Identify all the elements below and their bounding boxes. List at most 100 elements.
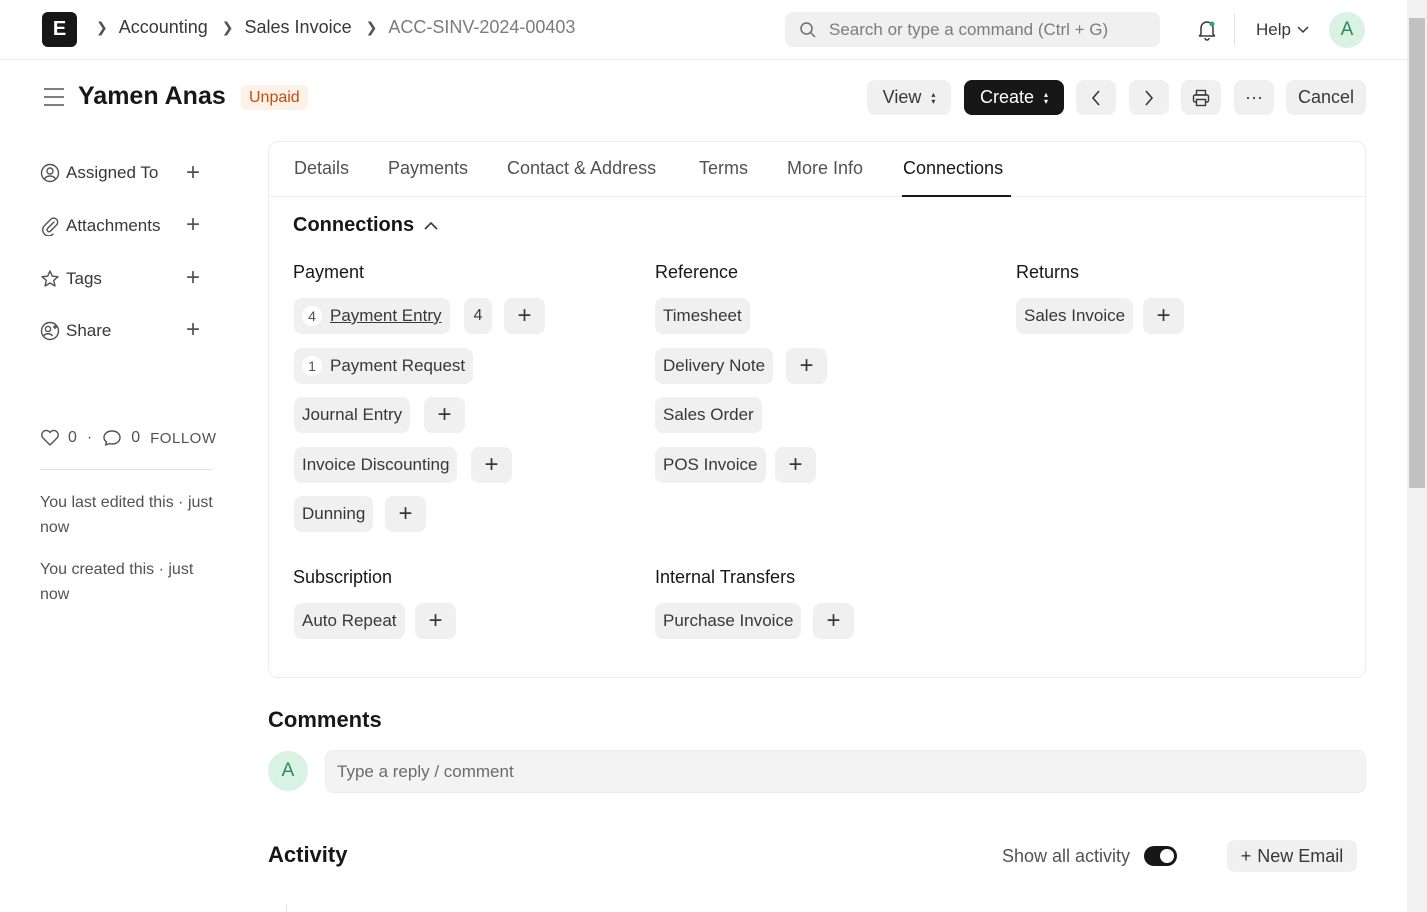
add-assignment-button[interactable]: + [186,161,200,185]
connections-section-header[interactable]: Connections [293,214,438,237]
create-label: Create [979,87,1034,107]
tab-connections[interactable]: Connections [903,158,1003,179]
view-button[interactable]: View ▴ ▾ [867,80,951,115]
breadcrumb: ❯ Accounting ❯ Sales Invoice ❯ ACC-SINV-… [92,17,575,38]
last-edited-note: You last edited this · just now [40,494,213,536]
add-tag-button[interactable]: + [186,266,200,290]
comment-icon[interactable] [102,429,122,447]
link-dunning[interactable]: Dunning [294,496,374,532]
link-auto-repeat[interactable]: Auto Repeat [294,603,405,639]
cancel-button[interactable]: Cancel [1286,80,1366,115]
link-label: Purchase Invoice [663,611,794,630]
app-logo[interactable]: E [42,12,77,47]
previous-button[interactable] [1076,80,1116,115]
link-payment-entry[interactable]: 4 Payment Entry [294,298,450,334]
star-icon [41,270,59,287]
add-purchase-invoice-button[interactable]: + [813,603,854,639]
link-label: Payment Request [330,356,466,375]
breadcrumb-document[interactable]: ACC-SINV-2024-00403 [388,17,575,38]
search-input[interactable]: Search or type a command (Ctrl + G) [785,12,1160,47]
sidebar-toggle-icon[interactable] [43,87,65,107]
link-label: POS Invoice [663,455,758,474]
comment-input[interactable]: Type a reply / comment [325,750,1366,793]
social-stats: 0 · 0 FOLLOW [40,429,216,447]
sidebar-item-label: Share [66,321,112,340]
tab-contact-address[interactable]: Contact & Address [507,158,656,179]
tab-bar: Details Payments Contact & Address Terms… [269,142,1365,197]
add-payment-entry-button[interactable]: + [504,298,545,334]
sort-icon: ▴ ▾ [1044,89,1049,106]
link-sales-order[interactable]: Sales Order [655,397,762,433]
link-pos-invoice[interactable]: POS Invoice [655,447,766,483]
add-invoice-discounting-button[interactable]: + [471,447,512,483]
assign-icon [40,163,60,183]
sidebar-item-assigned-to[interactable]: Assigned To [40,163,158,183]
heart-icon[interactable] [40,429,60,447]
show-all-activity-label: Show all activity [1002,846,1131,866]
chevron-right-icon: ❯ [365,19,378,35]
cancel-label: Cancel [1297,87,1355,107]
link-purchase-invoice[interactable]: Purchase Invoice [655,603,802,639]
link-timesheet[interactable]: Timesheet [655,298,750,334]
create-button[interactable]: Create ▴ ▾ [964,80,1064,115]
group-label-payment: Payment [293,262,365,282]
sidebar-item-attachments[interactable]: Attachments [40,216,161,236]
sidebar-item-label: Assigned To [66,163,159,182]
add-sales-invoice-button[interactable]: + [1143,298,1184,334]
open-count-badge[interactable]: 4 [464,298,492,334]
bell-icon[interactable] [1196,19,1218,41]
navbar-divider [1234,14,1235,46]
show-all-activity-toggle[interactable] [1144,846,1177,866]
scrollbar-thumb[interactable] [1409,18,1425,488]
comments-count: 0 [131,429,141,446]
add-journal-entry-button[interactable]: + [424,397,465,433]
chevron-right-icon: ❯ [96,19,108,35]
timeline-line [286,904,287,912]
group-label-returns: Returns [1016,262,1080,282]
add-dunning-button[interactable]: + [385,496,426,532]
navbar: E ❯ Accounting ❯ Sales Invoice ❯ ACC-SIN… [0,0,1407,60]
chevron-up-icon [424,221,438,230]
group-label-internal-transfers: Internal Transfers [655,567,796,587]
add-share-button[interactable]: + [186,318,200,342]
link-label: Timesheet [663,306,742,325]
user-avatar[interactable]: A [1329,12,1365,48]
sidebar-item-share[interactable]: Share [40,321,111,341]
link-label: Sales Invoice [1024,306,1126,325]
active-tab-indicator [902,195,1011,197]
more-actions-button[interactable]: ··· [1234,80,1274,115]
tab-details[interactable]: Details [294,158,349,179]
tab-payments[interactable]: Payments [388,158,468,179]
breadcrumb-accounting[interactable]: Accounting [119,17,208,38]
add-delivery-note-button[interactable]: + [786,348,827,384]
link-invoice-discounting[interactable]: Invoice Discounting [294,447,458,483]
chevron-right-icon [1145,89,1154,106]
likes-count: 0 [68,429,77,446]
tab-terms[interactable]: Terms [699,158,748,179]
add-pos-invoice-button[interactable]: + [775,447,816,483]
status-badge: Unpaid [241,85,308,110]
group-label-reference: Reference [655,262,739,282]
help-dropdown[interactable]: Help [1256,20,1309,40]
print-button[interactable] [1181,80,1221,115]
new-email-button[interactable]: + New Email [1227,840,1357,872]
breadcrumb-sales-invoice[interactable]: Sales Invoice [245,17,352,38]
more-icon: ··· [1245,87,1263,107]
link-delivery-note[interactable]: Delivery Note [655,348,774,384]
help-label: Help [1256,20,1291,39]
next-button[interactable] [1129,80,1169,115]
link-sales-invoice-return[interactable]: Sales Invoice [1016,298,1134,334]
tab-more-info[interactable]: More Info [787,158,863,179]
count-badge: 4 [302,306,322,326]
printer-icon [1192,89,1210,106]
add-auto-repeat-button[interactable]: + [415,603,456,639]
link-journal-entry[interactable]: Journal Entry [294,397,411,433]
sidebar-item-tags[interactable]: Tags [40,269,102,289]
link-label: Payment Entry [330,306,442,325]
link-payment-request[interactable]: 1 Payment Request [294,348,474,384]
share-icon [40,321,60,341]
follow-link[interactable]: FOLLOW [150,430,216,447]
add-attachment-button[interactable]: + [186,213,200,237]
search-icon [800,21,816,38]
view-label: View [882,87,922,107]
